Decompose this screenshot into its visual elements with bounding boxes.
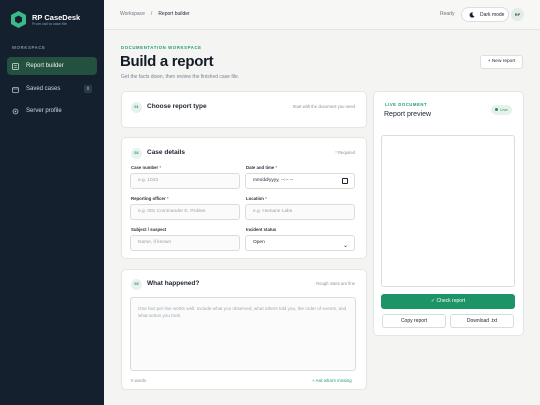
app-tagline: From call to case file: [32, 21, 67, 26]
report-type-card[interactable]: 01 Choose report type Start with the doc…: [121, 91, 367, 128]
brand[interactable]: RP CaseDesk From call to case file: [10, 10, 80, 29]
narrative-textarea[interactable]: One fact per line works well. Include wh…: [130, 297, 356, 371]
narrative-meta: Rough notes are fine: [316, 281, 355, 286]
sidebar-section-label: WORKSPACE: [12, 45, 46, 50]
gear-icon: [12, 108, 19, 114]
avatar[interactable]: RP: [511, 8, 524, 21]
preview-title: Report preview: [384, 111, 432, 118]
date-time-label: Date and time *: [246, 165, 278, 170]
check-report-button[interactable]: ✓ Check report: [381, 294, 515, 309]
moon-icon: [469, 11, 475, 18]
status-text: Ready: [440, 11, 455, 17]
page-subtitle: Get the facts down, then review the fini…: [121, 74, 240, 80]
sidebar: RP CaseDesk From call to case file WORKS…: [0, 0, 104, 405]
date-time-value: mm/dd/yyyy, --:-- --: [253, 178, 294, 183]
step-number-badge: 01: [131, 102, 142, 113]
sidebar-item-label: Saved cases: [26, 86, 61, 92]
breadcrumb: Workspace / Report builder: [120, 11, 190, 17]
copy-report-button[interactable]: Copy report: [382, 314, 446, 328]
breadcrumb-current: Report builder: [158, 11, 190, 17]
case-number-label: Case number *: [131, 165, 162, 170]
breadcrumb-separator: /: [150, 11, 153, 17]
top-bar: Workspace / Report builder Ready Dark mo…: [104, 0, 540, 30]
sidebar-item-saved-cases[interactable]: Saved cases 0: [7, 80, 97, 98]
sidebar-item-report-builder[interactable]: Report builder: [7, 57, 97, 75]
sidebar-item-label: Report builder: [26, 63, 64, 69]
narrative-title: What happened?: [147, 280, 200, 287]
document-icon: [12, 62, 19, 70]
reporting-officer-label: Reporting officer *: [131, 196, 169, 201]
app-name: RP CaseDesk: [32, 12, 81, 22]
preview-document-area[interactable]: [381, 135, 515, 287]
word-count: 0 words: [131, 378, 147, 383]
page-eyebrow: DOCUMENTATION WORKSPACE: [121, 45, 202, 50]
location-label: Location *: [246, 196, 267, 201]
subject-input[interactable]: Name, if known: [130, 235, 240, 251]
download-txt-button[interactable]: Download .txt: [450, 314, 514, 328]
incident-status-select[interactable]: Open ⌄: [245, 235, 355, 251]
preview-eyebrow: LIVE DOCUMENT: [385, 102, 428, 107]
folder-icon: [12, 86, 19, 93]
incident-status-value: Open: [253, 240, 265, 245]
live-dot-icon: [495, 108, 499, 112]
report-type-meta: Start with the document you need: [292, 104, 355, 109]
step-number-badge: 03: [131, 279, 142, 290]
chevron-down-icon: ⌄: [342, 243, 348, 249]
report-type-title: Choose report type: [147, 103, 207, 110]
location-input[interactable]: e.g. Humane Labs: [245, 204, 355, 220]
live-badge-label: Live: [500, 107, 508, 112]
incident-status-label: Incident status: [246, 227, 277, 232]
subject-label: Subject / suspect: [131, 227, 167, 232]
breadcrumb-workspace[interactable]: Workspace: [120, 11, 145, 17]
page-title: Build a report: [120, 53, 214, 70]
case-number-input[interactable]: e.g. 1043: [130, 173, 240, 189]
saved-cases-count-badge: 0: [84, 85, 92, 93]
calendar-icon[interactable]: [342, 178, 348, 184]
sidebar-item-label: Server profile: [26, 108, 62, 114]
shield-logo-icon: [11, 11, 26, 28]
dark-mode-label: Dark mode: [480, 11, 505, 18]
reporting-officer-input[interactable]: e.g. 001 Commander E. Pickles: [130, 204, 240, 220]
live-status-badge: Live: [491, 105, 512, 115]
case-details-title: Case details: [147, 149, 185, 156]
step-number-badge: 02: [131, 148, 142, 159]
date-time-input[interactable]: mm/dd/yyyy, --:-- --: [245, 173, 355, 189]
ask-missing-link[interactable]: + Ask what's missing: [312, 378, 352, 383]
new-report-button[interactable]: + New report: [480, 55, 523, 69]
dark-mode-toggle[interactable]: Dark mode: [461, 7, 509, 22]
required-note: * Required: [335, 150, 355, 155]
sidebar-item-server-profile[interactable]: Server profile: [7, 102, 97, 120]
